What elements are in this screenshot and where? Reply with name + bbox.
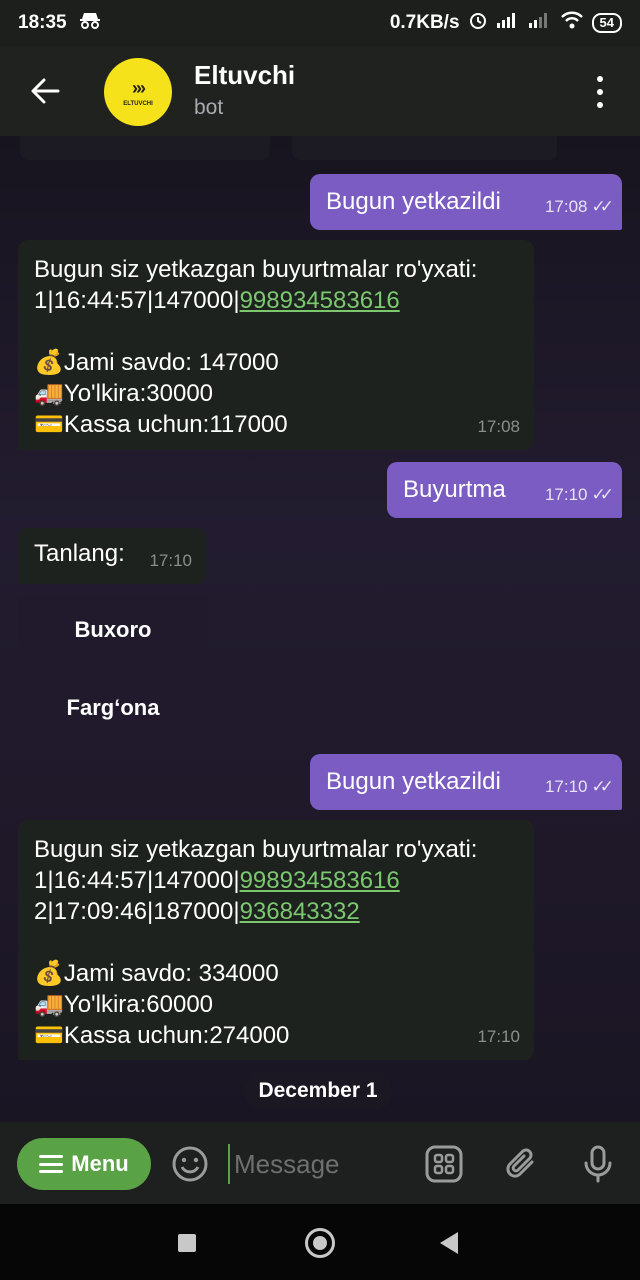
back-nav-button[interactable]	[440, 1232, 458, 1254]
date-chip: December 1	[244, 1072, 392, 1110]
double-check-icon: ✓✓	[591, 197, 614, 216]
chat-header: ››› ELTUVCHI Eltuvchi bot	[0, 46, 640, 136]
incognito-icon	[79, 11, 101, 35]
logo-text: ELTUVCHI	[123, 100, 153, 107]
phone-link[interactable]: 998934583616	[240, 867, 400, 894]
incoming-message[interactable]: Bugun siz yetkazgan buyurtmalar ro'yxati…	[18, 240, 534, 450]
menu-button[interactable]: Menu	[17, 1138, 151, 1190]
double-check-icon: ✓✓	[591, 485, 614, 504]
bot-commands-button[interactable]	[424, 1144, 464, 1184]
network-speed: 0.7KB/s	[389, 12, 460, 33]
cash-line: 💳Kassa uchun:117000	[34, 411, 288, 438]
voice-button[interactable]	[578, 1144, 618, 1184]
message-text: Tanlang:	[34, 540, 125, 567]
paperclip-icon	[506, 1148, 534, 1178]
attach-button[interactable]	[502, 1144, 542, 1184]
grid-icon	[425, 1145, 463, 1183]
order-prefix: 1|16:44:57|147000|	[34, 867, 240, 894]
dot-icon	[597, 102, 603, 108]
total-line: 💰Jami savdo: 147000	[34, 349, 279, 376]
signal-icon-2	[528, 11, 552, 35]
logo-arrows: ›››	[132, 77, 146, 98]
message-meta: 17:08 ✓✓	[544, 191, 614, 222]
emoji-button[interactable]	[170, 1144, 210, 1184]
previous-keyboard-button	[292, 136, 557, 160]
recents-button[interactable]	[178, 1234, 196, 1252]
message-time: 17:08	[477, 417, 520, 436]
order-prefix: 2|17:09:46|187000|	[34, 898, 240, 925]
message-text: Bugun yetkazildi	[326, 768, 501, 795]
menu-label: Menu	[71, 1151, 129, 1176]
message-input[interactable]	[228, 1144, 414, 1184]
order-line: 1|16:44:57|147000|998934583616	[34, 285, 518, 316]
menu-icon	[39, 1155, 64, 1173]
home-button[interactable]	[305, 1228, 335, 1258]
outgoing-message[interactable]: Buyurtma 17:10 ✓✓	[387, 462, 622, 518]
dot-icon	[597, 76, 603, 82]
chat-area[interactable]: Bugun yetkazildi 17:08 ✓✓ Bugun siz yetka…	[0, 136, 640, 1122]
message-meta: 17:10 ✓✓	[544, 771, 614, 802]
message-time: 17:10	[477, 1027, 520, 1046]
message-time: 17:10	[149, 551, 192, 570]
battery-indicator: 54	[591, 13, 622, 33]
order-line: 1|16:44:57|147000|998934583616	[34, 865, 518, 896]
alarm-icon	[468, 10, 488, 36]
outgoing-message[interactable]: Bugun yetkazildi 17:10 ✓✓	[310, 754, 622, 810]
previous-keyboard-button	[20, 136, 270, 160]
phone-link[interactable]: 936843332	[240, 898, 360, 925]
order-prefix: 1|16:44:57|147000|	[34, 287, 240, 314]
arrow-left-icon	[31, 78, 60, 104]
keyboard-button-fargona[interactable]: Farg‘ona	[18, 674, 208, 742]
back-button[interactable]	[28, 74, 62, 108]
order-line: 2|17:09:46|187000|936843332	[34, 896, 518, 927]
delivery-line: 🚚Yo'lkira:30000	[34, 380, 214, 407]
keyboard-button-buxoro[interactable]: Buxoro	[18, 596, 208, 664]
chat-subtitle: bot	[194, 96, 224, 119]
phone-link[interactable]: 998934583616	[240, 287, 400, 314]
wifi-icon	[560, 11, 584, 35]
smiley-icon	[172, 1146, 208, 1182]
status-bar: 18:35 0.7KB/s 54	[0, 0, 640, 46]
more-options-button[interactable]	[590, 76, 610, 108]
message-meta: 17:10 ✓✓	[544, 479, 614, 510]
input-bar: Menu	[0, 1122, 640, 1204]
chat-title[interactable]: Eltuvchi	[194, 60, 295, 91]
message-text: Bugun yetkazildi	[326, 188, 501, 215]
status-time: 18:35	[18, 12, 67, 33]
incoming-message[interactable]: Tanlang: 17:10	[18, 528, 206, 584]
microphone-icon	[584, 1145, 612, 1183]
cash-line: 💳Kassa uchun:274000	[34, 1022, 290, 1049]
dot-icon	[597, 89, 603, 95]
delivery-line: 🚚Yo'lkira:60000	[34, 991, 214, 1018]
system-navigation-bar	[0, 1204, 640, 1280]
home-dot-icon	[313, 1236, 327, 1250]
message-text: Buyurtma	[403, 476, 506, 503]
message-time: 17:10	[544, 485, 588, 504]
message-line: Bugun siz yetkazgan buyurtmalar ro'yxati…	[34, 836, 478, 863]
message-time: 17:08	[544, 197, 588, 216]
signal-icon	[496, 11, 520, 35]
incoming-message[interactable]: Bugun siz yetkazgan buyurtmalar ro'yxati…	[18, 820, 534, 1060]
double-check-icon: ✓✓	[591, 777, 614, 796]
message-time: 17:10	[544, 777, 588, 796]
total-line: 💰Jami savdo: 334000	[34, 960, 279, 987]
outgoing-message[interactable]: Bugun yetkazildi 17:08 ✓✓	[310, 174, 622, 230]
avatar[interactable]: ››› ELTUVCHI	[104, 58, 172, 126]
message-line: Bugun siz yetkazgan buyurtmalar ro'yxati…	[34, 256, 478, 283]
